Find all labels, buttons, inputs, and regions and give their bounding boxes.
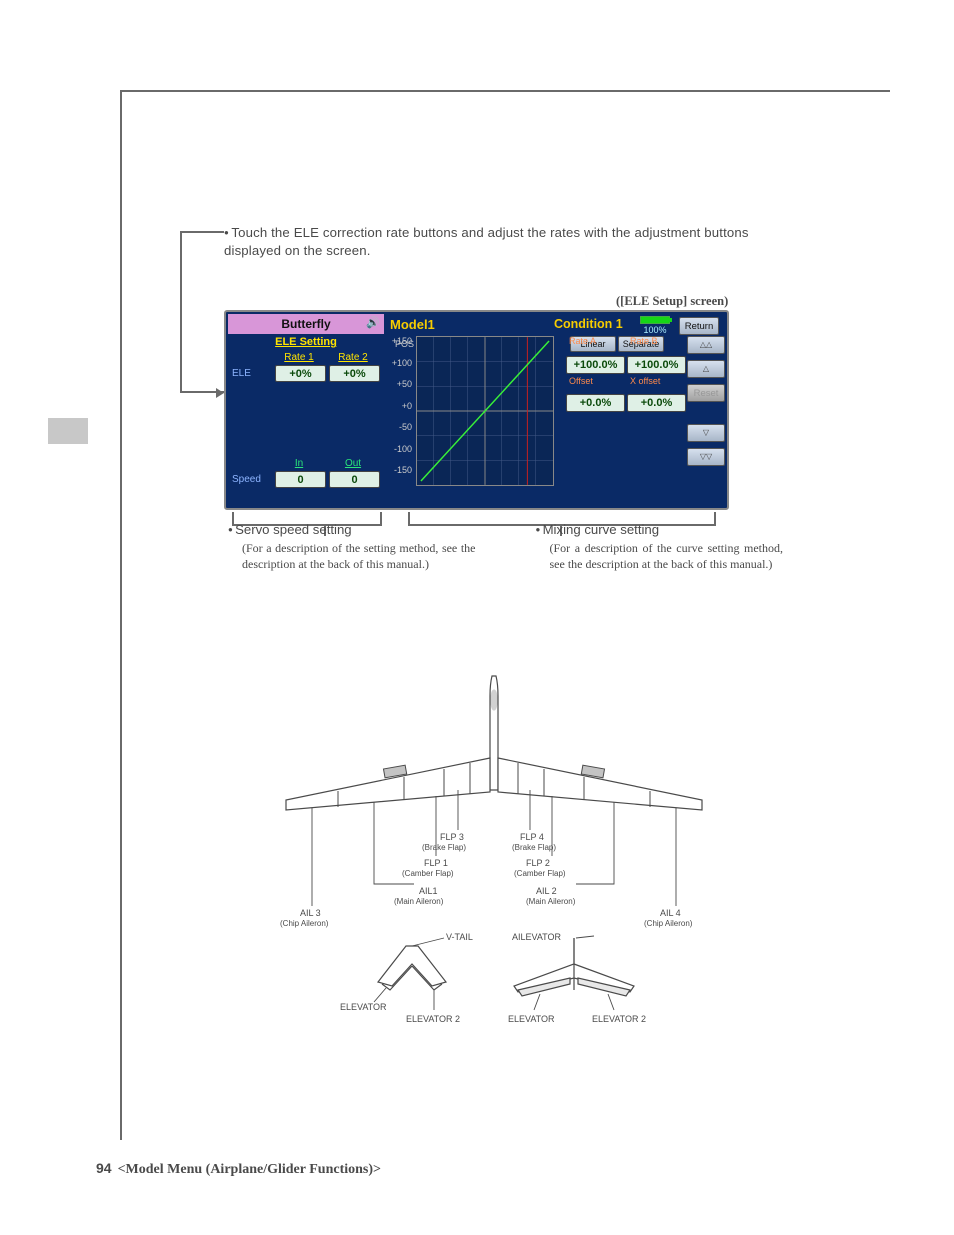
flp3-label: FLP 3 xyxy=(440,832,464,842)
footer-title: <Model Menu (Airplane/Glider Functions)> xyxy=(118,1162,381,1178)
mixing-curve-head: Mixing curve setting xyxy=(543,522,660,537)
rate2-header: Rate 2 xyxy=(326,352,380,363)
flp1-label: FLP 1 xyxy=(424,858,448,868)
speed-row-label: Speed xyxy=(232,471,272,488)
y-tick: -50 xyxy=(386,422,412,444)
triangle-up-double-icon: △△ xyxy=(700,341,712,349)
ailevator-label: AILEVATOR xyxy=(512,932,562,942)
ail2-label: AIL 2 xyxy=(536,886,557,896)
mixing-curve-graph: +150 +100 +50 +0 -50 -100 -150 xyxy=(386,332,566,488)
offset-header: Offset xyxy=(566,376,625,392)
ele-rate2-button[interactable]: +0% xyxy=(329,365,380,382)
battery-icon xyxy=(640,316,670,324)
thumb-tab xyxy=(48,418,88,444)
ele-setting-panel: ELE Setting Rate 1 Rate 2 ELE +0% +0% In… xyxy=(226,332,386,488)
curve-svg xyxy=(417,337,553,485)
screen-title[interactable]: Butterfly 🔊 xyxy=(228,314,384,334)
rate1-header: Rate 1 xyxy=(272,352,326,363)
offset-button[interactable]: +0.0% xyxy=(566,394,625,412)
rateb-button[interactable]: +100.0% xyxy=(627,356,686,374)
servo-speed-note: Servo speed setting (For a description o… xyxy=(228,522,476,572)
vtail-elev-label: ELEVATOR xyxy=(340,1002,387,1012)
flp1-sub: (Camber Flap) xyxy=(402,869,454,878)
callout-leader-arrow-icon xyxy=(216,388,224,398)
ratea-button[interactable]: +100.0% xyxy=(566,356,625,374)
aircraft-diagram: FLP 3 (Brake Flap) FLP 4 (Brake Flap) FL… xyxy=(274,670,714,1030)
double-up-button[interactable]: △△ xyxy=(687,336,725,354)
ail4-sub: (Chip Aileron) xyxy=(644,919,693,928)
ailev-elev-label: ELEVATOR xyxy=(508,1014,555,1024)
speed-out-header: Out xyxy=(326,458,380,469)
ele-setup-screen: Butterfly 🔊 Model1 Condition 1 100% Retu… xyxy=(224,310,729,510)
rateb-header: Rate B xyxy=(627,336,686,354)
speed-in-button[interactable]: 0 xyxy=(275,471,326,488)
servo-speed-head: Servo speed setting xyxy=(235,522,352,537)
single-down-button[interactable]: ▽ xyxy=(687,424,725,442)
screen-caption: ([ELE Setup] screen) xyxy=(616,294,728,309)
flp4-label: FLP 4 xyxy=(520,832,544,842)
callout-leader xyxy=(180,231,182,393)
model-name: Model1 xyxy=(390,317,435,332)
reset-button[interactable]: Reset xyxy=(687,384,725,402)
flp4-sub: (Brake Flap) xyxy=(512,843,556,852)
y-tick: -100 xyxy=(386,444,412,466)
condition-name: Condition 1 xyxy=(554,317,623,331)
ail3-sub: (Chip Aileron) xyxy=(280,919,329,928)
double-down-button[interactable]: ▽▽ xyxy=(687,448,725,466)
y-tick: +100 xyxy=(386,358,412,380)
ailev-elev2-label: ELEVATOR 2 xyxy=(592,1014,646,1024)
screen-title-text: Butterfly xyxy=(281,317,330,331)
ele-setting-title: ELE Setting xyxy=(232,336,380,348)
xoffset-header: X offset xyxy=(627,376,686,392)
flp2-label: FLP 2 xyxy=(526,858,550,868)
page-number: 94 xyxy=(96,1160,112,1176)
speaker-icon: 🔊 xyxy=(366,316,380,329)
vtail-label: V-TAIL xyxy=(446,932,473,942)
triangle-down-icon: ▽ xyxy=(703,429,709,437)
ail3-label: AIL 3 xyxy=(300,908,321,918)
y-tick: +150 xyxy=(386,336,412,358)
y-axis-labels: +150 +100 +50 +0 -50 -100 -150 xyxy=(386,336,412,487)
ail1-label: AIL1 xyxy=(419,886,438,896)
flp2-sub: (Camber Flap) xyxy=(514,869,566,878)
curve-graph[interactable] xyxy=(416,336,554,486)
ail2-sub: (Main Aileron) xyxy=(526,897,576,906)
ail4-label: AIL 4 xyxy=(660,908,681,918)
rate-offset-panel: Rate A Rate B +100.0% +100.0% Offset X o… xyxy=(566,332,686,488)
servo-speed-sub: (For a description of the setting method… xyxy=(242,540,476,572)
mixing-curve-note: Mixing curve setting (For a description … xyxy=(536,522,784,572)
page-footer: 94 <Model Menu (Airplane/Glider Function… xyxy=(96,1160,381,1178)
aircraft-svg: FLP 3 (Brake Flap) FLP 4 (Brake Flap) FL… xyxy=(274,670,714,1030)
adjust-buttons: △△ △ Reset ▽ ▽▽ xyxy=(686,332,730,488)
single-up-button[interactable]: △ xyxy=(687,360,725,378)
callout-text: Touch the ELE correction rate buttons an… xyxy=(224,225,749,258)
vtail-elev2-label: ELEVATOR 2 xyxy=(406,1014,460,1024)
ratea-header: Rate A xyxy=(566,336,625,354)
speed-in-header: In xyxy=(272,458,326,469)
mixing-curve-sub: (For a description of the curve setting … xyxy=(550,540,784,572)
xoffset-button[interactable]: +0.0% xyxy=(627,394,686,412)
flp3-sub: (Brake Flap) xyxy=(422,843,466,852)
callout-ele-correction: Touch the ELE correction rate buttons an… xyxy=(224,224,774,260)
ele-rate1-button[interactable]: +0% xyxy=(275,365,326,382)
ele-row-label: ELE xyxy=(232,365,272,382)
y-tick: +0 xyxy=(386,401,412,423)
triangle-up-icon: △ xyxy=(703,365,709,373)
triangle-down-double-icon: ▽▽ xyxy=(700,453,712,461)
y-tick: -150 xyxy=(386,465,412,487)
speed-out-button[interactable]: 0 xyxy=(329,471,380,488)
ail1-sub: (Main Aileron) xyxy=(394,897,444,906)
y-tick: +50 xyxy=(386,379,412,401)
